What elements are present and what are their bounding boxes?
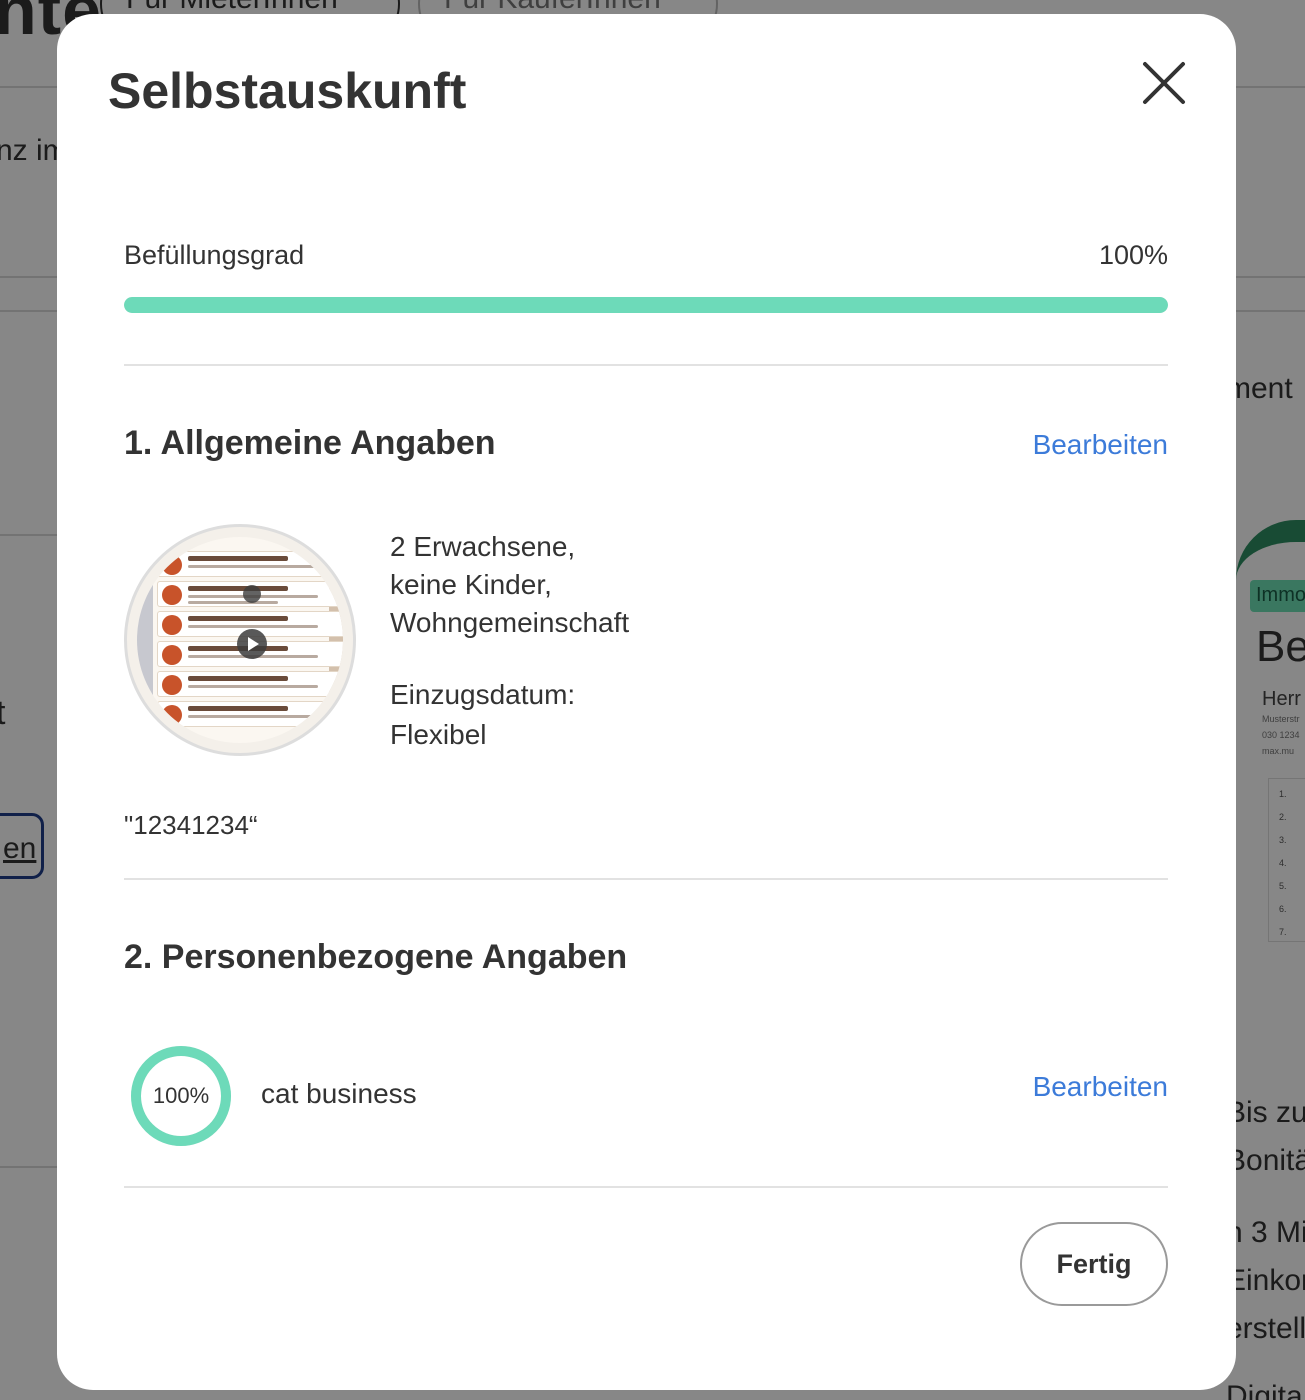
personal-note: "12341234“ [124, 810, 258, 840]
move-in-value: Flexibel [390, 719, 487, 750]
thumbnail-decoration [137, 537, 153, 743]
thumbnail-line [188, 601, 278, 604]
household-adults: 2 Erwachsene, [390, 531, 576, 562]
move-in-label: Einzugsdatum: [390, 679, 576, 710]
done-button[interactable]: Fertig [1020, 1222, 1168, 1306]
thumbnail-line [188, 676, 288, 681]
section-general-title: 1. Allgemeine Angaben [124, 424, 496, 462]
thumbnail-list-icon [162, 705, 182, 725]
thumbnail-list-icon [162, 645, 182, 665]
thumbnail-line [188, 625, 318, 628]
household-children: keine Kinder, [390, 569, 552, 600]
thumbnail-list-icon [162, 615, 182, 635]
modal-title: Selbstauskunft [108, 63, 467, 119]
person-completion-ring: 100% [130, 1045, 232, 1147]
profile-thumbnail[interactable] [124, 524, 356, 756]
thumbnail-line [188, 685, 318, 688]
thumbnail-line [188, 586, 288, 591]
close-button[interactable] [1137, 56, 1191, 110]
household-type: Wohngemeinschaft [390, 607, 630, 638]
thumbnail-line [188, 565, 318, 568]
household-composition: 2 Erwachsene, keine Kinder, Wohngemeinsc… [390, 528, 629, 642]
thumbnail-line [188, 715, 318, 718]
edit-general-link[interactable]: Bearbeiten [1033, 429, 1168, 461]
thumbnail-list-icon [162, 555, 182, 575]
thumbnail-list-row [157, 701, 343, 727]
section-personal-title: 2. Personenbezogene Angaben [124, 938, 628, 976]
thumbnail-line [188, 556, 288, 561]
completion-label: Befüllungsgrad [124, 240, 305, 270]
thumbnail-list-icon [162, 585, 182, 605]
play-icon [237, 629, 267, 659]
thumbnail-image [137, 537, 343, 743]
completion-percentage: 100% [1098, 240, 1168, 270]
thumbnail-indicator [243, 585, 261, 603]
close-icon [1143, 62, 1185, 104]
thumbnail-line [188, 706, 288, 711]
person-name: cat business [261, 1078, 417, 1109]
thumbnail-list-icon [162, 675, 182, 695]
self-disclosure-modal: Selbstauskunft Befüllungsgrad 100% 1. Al… [57, 14, 1236, 1390]
thumbnail-list-row [157, 671, 343, 697]
divider [124, 1186, 1168, 1188]
completion-progress-bar [124, 297, 1168, 313]
thumbnail-line [188, 616, 288, 621]
edit-personal-link[interactable]: Bearbeiten [1033, 1071, 1168, 1103]
divider [124, 878, 1168, 880]
ring-percentage: 100% [152, 1083, 210, 1108]
divider [124, 364, 1168, 366]
move-in-date: Einzugsdatum: Flexibel [390, 675, 575, 755]
completion-progress-fill [124, 297, 1168, 313]
thumbnail-list-row [157, 551, 343, 577]
